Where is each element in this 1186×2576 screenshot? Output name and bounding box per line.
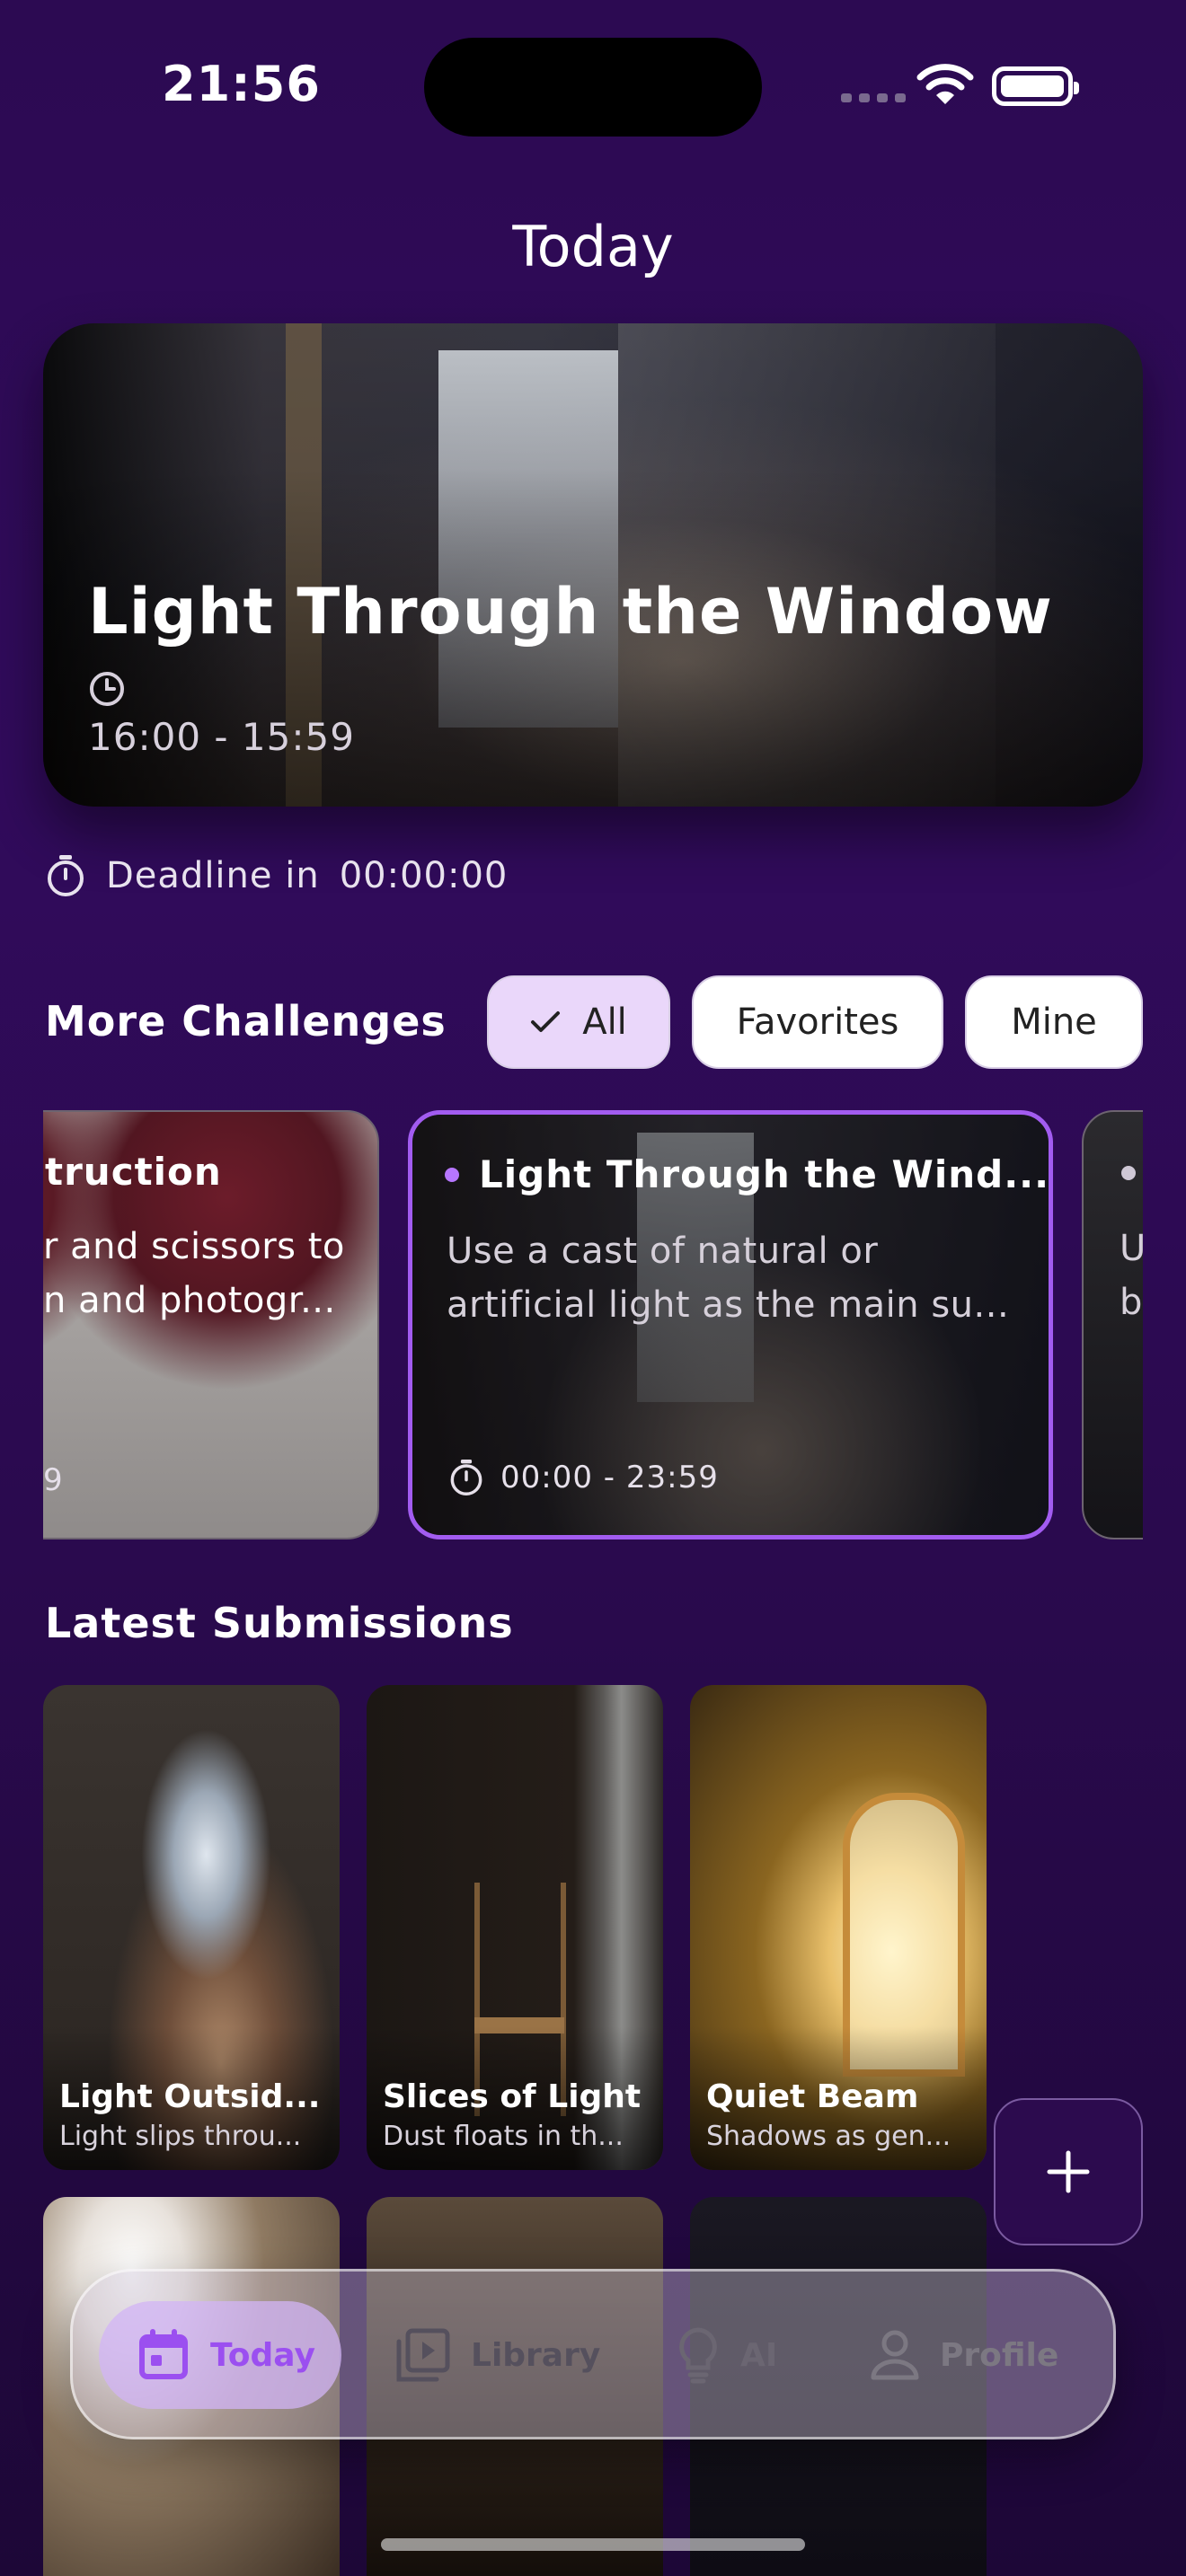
challenge-card-selected[interactable]: Light Through the Wind... Use a cast of … (408, 1110, 1053, 1539)
deadline-row: Deadline in 00:00:00 (45, 853, 508, 898)
challenge-card-time: 00:00 - 23:59 (448, 1458, 719, 1497)
submission-desc: Shadows as gen... (706, 2121, 951, 2152)
plus-icon (1047, 2150, 1090, 2193)
challenge-card[interactable]: U b (1082, 1110, 1143, 1539)
submission-caption: Light Outsid... Light slips throu... (59, 2078, 329, 2152)
challenge-card-desc-line: b (1120, 1282, 1143, 1323)
dynamic-island (424, 38, 762, 137)
deadline-countdown: 00:00:00 (339, 855, 509, 896)
cellular-signal-icon (841, 93, 906, 102)
stopwatch-icon (48, 855, 84, 896)
challenge-card-time-text: 00:00 - 23:59 (500, 1460, 719, 1495)
tab-profile[interactable]: Profile (870, 2301, 1058, 2409)
submission-title: Slices of Light (383, 2078, 642, 2115)
add-submission-button[interactable] (994, 2098, 1143, 2245)
challenge-card-time-text: 9 (43, 1462, 64, 1498)
filter-chip-label: Favorites (736, 1001, 899, 1043)
checkmark-icon (531, 1011, 561, 1032)
filter-chip-label: Mine (1011, 1001, 1097, 1043)
section-title-more-challenges: More Challenges (45, 997, 447, 1045)
calendar-icon (139, 2329, 188, 2379)
filter-chip-mine[interactable]: Mine (965, 975, 1143, 1069)
lightbulb-icon (679, 2327, 717, 2384)
submission-desc: Dust floats in th... (383, 2121, 624, 2152)
tab-label: AI (740, 2336, 778, 2374)
clock-icon (90, 672, 124, 706)
tab-today[interactable]: Today (99, 2301, 341, 2409)
status-time: 21:56 (162, 56, 321, 112)
filter-chip-all[interactable]: All (487, 975, 670, 1069)
submission-title: Light Outsid... (59, 2078, 321, 2115)
submission-tile[interactable]: Slices of Light Dust floats in th... (367, 1685, 663, 2170)
submission-tile[interactable]: Light Outsid... Light slips throu... (43, 1685, 340, 2170)
submission-caption: Quiet Beam Shadows as gen... (706, 2078, 976, 2152)
deadline-label: Deadline in (106, 855, 320, 896)
stopwatch-icon (450, 1460, 482, 1495)
active-dot-icon (445, 1167, 459, 1182)
challenge-card-title: Light Through the Wind... (479, 1152, 1050, 1196)
section-title-latest-submissions: Latest Submissions (45, 1599, 514, 1647)
challenge-card-desc-line: artificial light as the main su... (447, 1284, 1010, 1326)
active-dot-icon (1121, 1166, 1136, 1180)
challenge-card[interactable]: truction r and scissors to n and photogr… (43, 1110, 379, 1539)
challenge-card-time: 9 (43, 1462, 64, 1498)
challenge-card-desc-line: Use a cast of natural or (447, 1231, 879, 1272)
person-icon (871, 2330, 919, 2380)
challenge-card-title: truction (45, 1150, 222, 1194)
filter-chip-label: All (582, 1001, 627, 1043)
home-indicator[interactable] (381, 2538, 805, 2551)
hero-title: Light Through the Window (88, 575, 1053, 648)
tab-label: Today (210, 2336, 315, 2374)
challenge-card-desc-line: n and photogr... (43, 1280, 336, 1321)
tab-ai[interactable]: AI (676, 2301, 777, 2409)
submission-title: Quiet Beam (706, 2078, 919, 2115)
play-library-icon (396, 2328, 450, 2382)
battery-icon (992, 66, 1079, 106)
hero-time-range: 16:00 - 15:59 (88, 715, 355, 759)
challenge-card-desc-line: U (1120, 1222, 1143, 1275)
filter-chip-favorites[interactable]: Favorites (692, 975, 943, 1069)
challenge-card-desc-line: r and scissors to (43, 1226, 345, 1267)
page-title: Today (512, 214, 674, 279)
tab-label: Profile (940, 2336, 1059, 2374)
challenge-carousel[interactable]: truction r and scissors to n and photogr… (43, 1110, 1143, 1541)
submission-caption: Slices of Light Dust floats in th... (383, 2078, 652, 2152)
tab-label: Library (471, 2336, 601, 2374)
tab-library[interactable]: Library (395, 2301, 600, 2409)
challenge-card-title-row: Light Through the Wind... (445, 1152, 1049, 1196)
submission-tile[interactable]: Quiet Beam Shadows as gen... (690, 1685, 987, 2170)
submission-desc: Light slips throu... (59, 2121, 302, 2152)
wifi-icon (916, 64, 974, 104)
